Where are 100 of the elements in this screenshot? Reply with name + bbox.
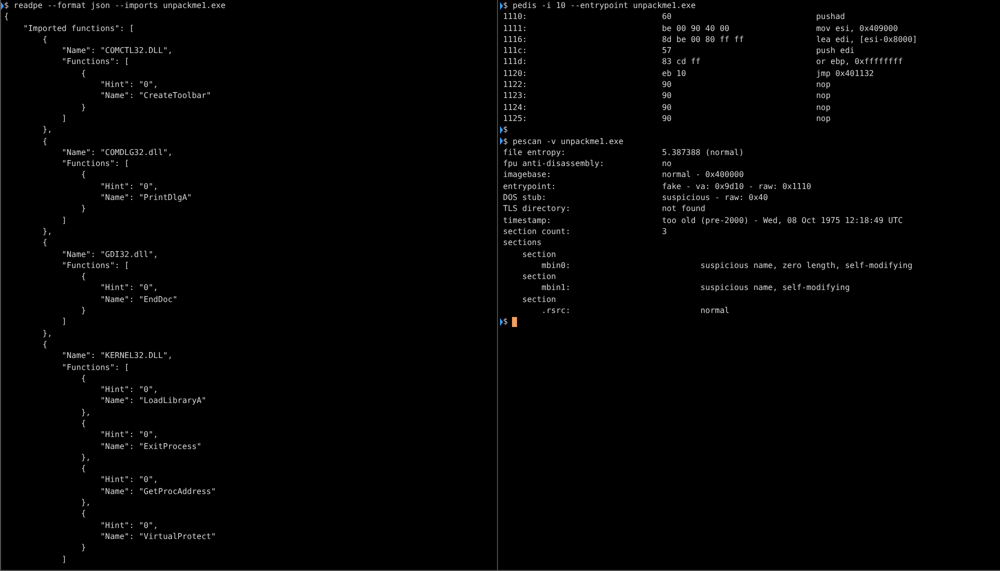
address: 111c: xyxy=(503,45,528,56)
section-heading: section xyxy=(522,294,556,306)
field-label: timestamp: xyxy=(503,214,552,226)
output-line: "Hint": "0", xyxy=(99,474,158,486)
output-line: "Hint": "0", xyxy=(99,520,158,531)
output-line: }, xyxy=(80,497,91,508)
field-label: imagebase: xyxy=(503,169,552,181)
field-value: normal - 0x400000 xyxy=(662,169,744,181)
address: 1122: xyxy=(503,79,528,90)
output-line: "Hint": "0", xyxy=(99,429,158,441)
opcode-bytes: 83 cd ff xyxy=(662,56,702,68)
prompt-marker-icon xyxy=(1,2,4,10)
section-heading: section xyxy=(522,271,556,282)
output-line: }, xyxy=(80,406,91,418)
command-text: $ pedis -i 10 --entrypoint unpackme1.exe xyxy=(503,0,696,12)
prompt-text: $ xyxy=(503,124,508,136)
output-line: } xyxy=(80,305,86,316)
output-line: { xyxy=(80,463,86,474)
output-line: "Name": "COMCTL32.DLL", xyxy=(60,45,173,56)
output-line: "Hint": "0", xyxy=(99,384,158,396)
prompt-text: $ xyxy=(503,316,508,328)
output-line: ] xyxy=(60,554,67,565)
opcode-bytes: 90 xyxy=(662,102,673,113)
section-name: .rsrc: xyxy=(542,305,572,316)
section-heading: section xyxy=(522,248,556,260)
output-line: "Name": "COMDLG32.dll", xyxy=(60,146,173,158)
output-line: { xyxy=(42,237,48,249)
field-value: no xyxy=(662,158,672,170)
section-status: suspicious name, self-modifying xyxy=(700,282,850,294)
address: 1123: xyxy=(503,90,528,102)
output-line: } xyxy=(80,542,86,554)
field-label: TLS directory: xyxy=(503,203,572,215)
output-line: "Functions": [ xyxy=(60,362,130,373)
instruction: mov esi, 0x409000 xyxy=(816,22,898,34)
address: 1116: xyxy=(503,34,528,46)
output-line: ] xyxy=(60,214,67,226)
output-line: { xyxy=(80,508,86,520)
instruction: nop xyxy=(816,90,831,102)
instruction: push edi xyxy=(816,45,855,56)
instruction: jmp 0x401132 xyxy=(816,68,874,80)
opcode-bytes: 8d be 00 80 ff ff xyxy=(662,34,745,46)
instruction: lea edi, [esi-0x8000] xyxy=(816,34,918,46)
instruction: or ebp, 0xffffffff xyxy=(816,56,903,68)
field-label: DOS stub: xyxy=(503,192,548,204)
output-line: { xyxy=(80,372,86,384)
output-line: "Name": "LoadLibraryA" xyxy=(99,395,206,407)
output-line: "Functions": [ xyxy=(60,56,130,68)
output-line: }, xyxy=(80,452,91,464)
output-line: "Name": "CreateToolbar" xyxy=(99,90,212,102)
output-line: "Hint": "0", xyxy=(99,79,158,90)
address: 1124: xyxy=(503,102,528,113)
command-text: $ readpe --format json --imports unpackme1.exe xyxy=(4,0,226,12)
output-line: "Functions": [ xyxy=(60,260,130,272)
instruction: nop xyxy=(816,102,831,113)
prompt-marker-icon xyxy=(500,126,503,134)
field-value: fake - va: 0x9d10 - raw: 0x1110 xyxy=(662,180,812,192)
output-line: } xyxy=(80,102,86,113)
output-line: { xyxy=(4,11,9,23)
output-line: "Name": "VirtualProtect" xyxy=(99,530,216,542)
output-line: "Functions": [ xyxy=(60,158,130,170)
output-line: "Name": "ExitProcess" xyxy=(99,440,202,452)
output-line: { xyxy=(80,271,86,282)
output-line: { xyxy=(80,169,86,181)
address: 1110: xyxy=(503,11,528,23)
section-status: normal xyxy=(700,305,730,316)
field-label: file entropy: xyxy=(503,146,567,158)
output-line: ] xyxy=(60,316,67,328)
output-line: "Name": "EndDoc" xyxy=(99,294,178,306)
output-line: { xyxy=(42,34,48,46)
output-line: ] xyxy=(60,112,67,124)
output-line: "Name": "GetProcAddress" xyxy=(99,486,216,498)
output-line: } xyxy=(80,203,86,215)
address: 1111: xyxy=(503,22,528,34)
field-label: fpu anti-disassembly: xyxy=(503,158,606,170)
prompt-marker-icon xyxy=(500,2,503,10)
output-line: }, xyxy=(42,328,52,339)
opcode-bytes: eb 10 xyxy=(662,68,688,80)
opcode-bytes: 90 xyxy=(662,90,673,102)
command-text: $ pescan -v unpackme1.exe xyxy=(503,136,624,147)
output-line: { xyxy=(42,338,48,350)
output-line: "Hint": "0", xyxy=(99,282,158,294)
address: 111d: xyxy=(503,56,528,68)
field-label: section count: xyxy=(503,226,572,238)
opcode-bytes: 57 xyxy=(662,45,673,56)
field-value: suspicious - raw: 0x40 xyxy=(662,192,768,204)
address: 1125: xyxy=(503,112,528,124)
output-line: "Hint": "0", xyxy=(99,180,158,192)
output-line: { xyxy=(80,68,86,80)
output-line: { xyxy=(80,418,86,430)
section-name: mbin0: xyxy=(542,260,572,272)
output-line: }, xyxy=(42,124,52,136)
output-line: }, xyxy=(42,226,52,238)
section-heading: sections xyxy=(503,237,542,249)
output-line: "Name": "GDI32.dll", xyxy=(60,248,158,260)
field-value: 5.387388 (normal) xyxy=(662,146,744,158)
section-name: mbin1: xyxy=(542,282,572,294)
prompt-marker-icon xyxy=(500,318,503,326)
output-line: "Name": "PrintDlgA" xyxy=(99,192,192,204)
opcode-bytes: be 00 90 40 00 xyxy=(662,22,730,34)
section-status: suspicious name, zero length, self-modifying xyxy=(700,260,912,272)
